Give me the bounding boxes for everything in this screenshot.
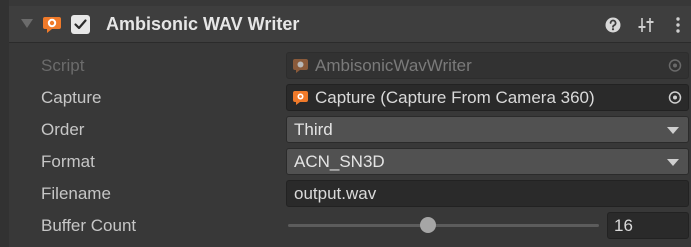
component-enabled-checkbox[interactable] [71,15,90,34]
order-dropdown[interactable]: Third [286,116,689,143]
chevron-down-icon [667,159,679,166]
order-value: Third [294,120,333,139]
component-title: Ambisonic WAV Writer [106,14,300,34]
buffer-count-value: 16 [614,216,633,235]
buffer-count-label: Buffer Count [41,216,137,235]
capture-row: Capture Capture (Capture From Camera 360… [9,82,691,113]
script-field: AmbisonicWavWriter [286,52,689,79]
help-icon[interactable] [602,14,624,36]
buffer-count-slider-thumb[interactable] [419,217,436,233]
script-label: Script [41,56,85,75]
foldout-arrow-icon[interactable] [21,19,33,28]
format-value: ACN_SN3D [294,152,385,171]
order-label: Order [41,120,85,139]
capture-label: Capture [41,88,102,107]
buffer-count-row: Buffer Count 16 [9,210,691,241]
inspector-panel: Ambisonic WAV Writer Script AmbisonicWav… [0,0,691,247]
context-menu-icon[interactable] [667,14,689,36]
checkmark-icon [74,19,87,30]
presets-icon[interactable] [635,14,657,36]
order-row: Order Third [9,114,691,145]
capture-object-icon [293,90,310,106]
capture-object-field[interactable]: Capture (Capture From Camera 360) [286,84,689,111]
chevron-down-icon [667,127,679,134]
format-label: Format [41,152,95,171]
filename-value: output.wav [294,184,377,203]
filename-label: Filename [41,184,111,203]
component-header[interactable]: Ambisonic WAV Writer [9,6,691,43]
object-picker-icon [662,53,688,78]
capture-value: Capture (Capture From Camera 360) [315,88,595,107]
format-row: Format ACN_SN3D [9,146,691,177]
filename-row: Filename output.wav [9,178,691,209]
script-row: Script AmbisonicWavWriter [9,50,691,81]
object-picker-icon[interactable] [662,85,688,110]
script-asset-icon [293,58,310,74]
audio-speech-bubble-icon [42,14,64,36]
buffer-count-slider-track[interactable] [288,224,599,227]
script-value: AmbisonicWavWriter [315,56,472,75]
format-dropdown[interactable]: ACN_SN3D [286,148,689,175]
filename-input[interactable]: output.wav [286,180,689,207]
buffer-count-input[interactable]: 16 [607,212,689,239]
